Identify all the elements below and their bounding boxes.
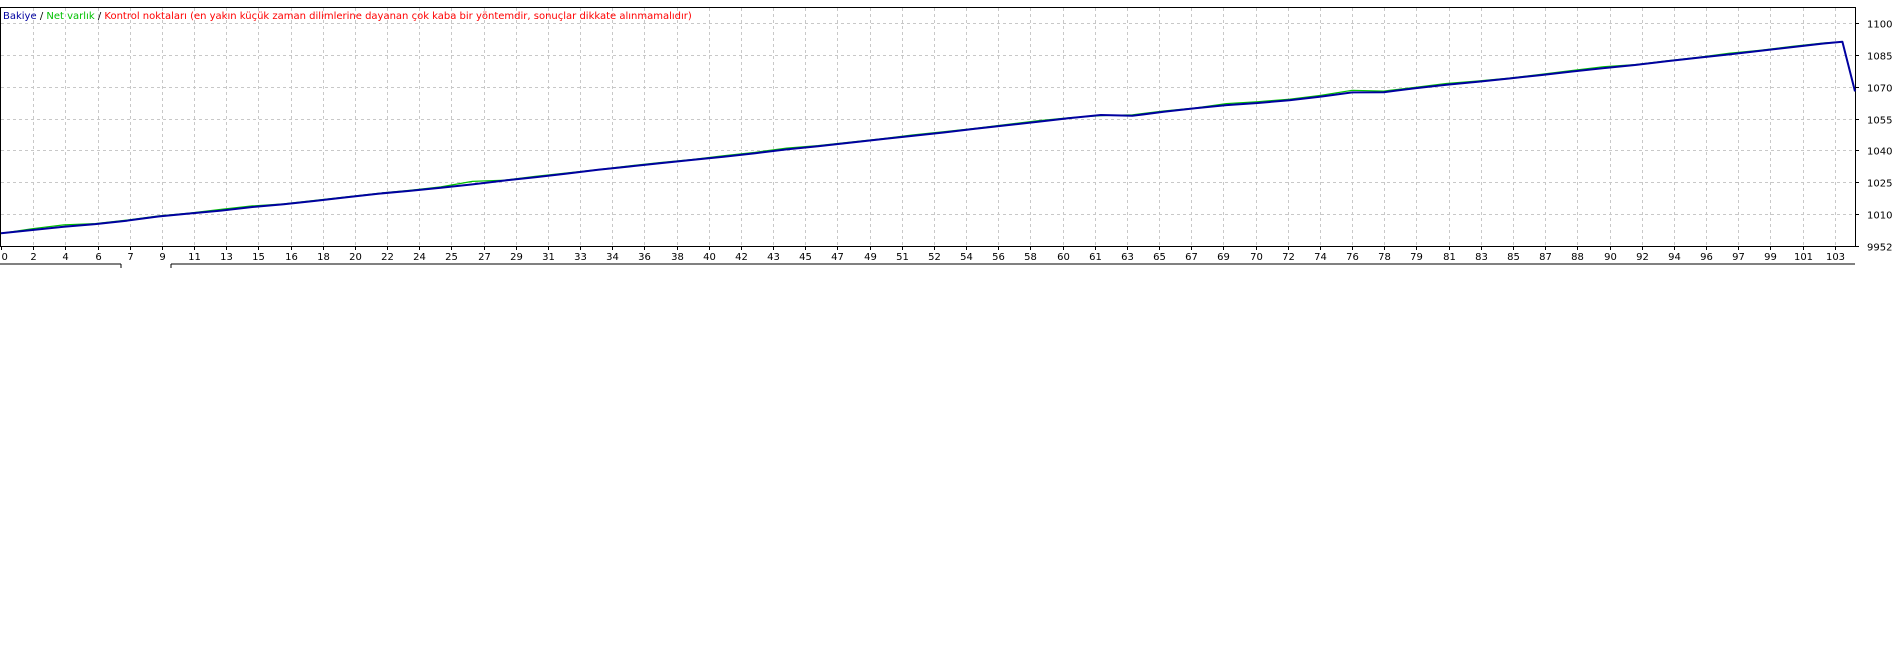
- legend-note: Kontrol noktaları (en yakın küçük zaman …: [104, 11, 692, 22]
- scrollbar[interactable]: [0, 263, 1855, 268]
- x-tick-label: 7: [127, 252, 133, 263]
- x-tick-label: 79: [1410, 252, 1423, 263]
- x-tick-label: 47: [831, 252, 844, 263]
- x-tick-label: 92: [1636, 252, 1649, 263]
- x-axis: 0 2 4 6 7 9 11 13 15 16 18 20 22 24 25 27 29 31 33 34 36 38 40…: [1, 246, 1845, 263]
- x-tick-label: 88: [1571, 252, 1584, 263]
- x-tick-label: 27: [478, 252, 491, 263]
- plot-frame: [0, 7, 1856, 247]
- y-axis: 9952 10103 10254 10405 10556 10707 10858 11009: [1855, 20, 1893, 254]
- x-tick-label: 22: [381, 252, 394, 263]
- x-tick-label: 11: [188, 252, 201, 263]
- legend-separator: /: [97, 11, 102, 22]
- x-tick-label: 2: [30, 252, 36, 263]
- x-tick-label: 87: [1539, 252, 1552, 263]
- y-tick-label: 10858: [1867, 52, 1893, 63]
- x-tick-label: 63: [1121, 252, 1134, 263]
- x-tick-label: 83: [1475, 252, 1488, 263]
- x-tick-label: 99: [1764, 252, 1777, 263]
- series-layer: [0, 40, 1856, 235]
- x-tick-label: 96: [1700, 252, 1713, 263]
- grid: [1, 8, 1855, 247]
- x-tick-label: 72: [1282, 252, 1295, 263]
- x-tick-label: 85: [1507, 252, 1520, 263]
- x-tick-label: 101: [1794, 252, 1813, 263]
- x-tick-label: 34: [606, 252, 619, 263]
- legend-balance: Bakiye: [3, 11, 37, 22]
- x-tick-label: 43: [767, 252, 780, 263]
- y-tick-label: 10556: [1867, 116, 1893, 127]
- x-tick-label: 67: [1185, 252, 1198, 263]
- x-tick-label: 103: [1826, 252, 1845, 263]
- x-tick-label: 38: [671, 252, 684, 263]
- x-tick-label: 69: [1217, 252, 1230, 263]
- x-tick-label: 56: [992, 252, 1005, 263]
- x-tick-label: 42: [735, 252, 748, 263]
- legend-separator: /: [39, 11, 44, 22]
- y-tick-label: 11009: [1867, 20, 1893, 31]
- x-tick-label: 70: [1250, 252, 1263, 263]
- x-tick-label: 74: [1314, 252, 1327, 263]
- y-tick-label: 10405: [1867, 147, 1893, 158]
- x-tick-label: 13: [220, 252, 233, 263]
- x-tick-label: 9: [159, 252, 165, 263]
- y-tick-label: 10707: [1867, 84, 1893, 95]
- x-tick-label: 29: [510, 252, 523, 263]
- x-tick-label: 25: [445, 252, 458, 263]
- x-tick-label: 31: [542, 252, 555, 263]
- x-tick-label: 61: [1089, 252, 1102, 263]
- x-tick-label: 65: [1153, 252, 1166, 263]
- x-tick-label: 81: [1443, 252, 1456, 263]
- x-tick-label: 36: [638, 252, 651, 263]
- x-tick-label: 40: [703, 252, 716, 263]
- x-tick-label: 24: [413, 252, 426, 263]
- x-tick-label: 58: [1024, 252, 1037, 263]
- x-tick-label: 18: [317, 252, 330, 263]
- x-tick-label: 52: [928, 252, 941, 263]
- chart-legend: Bakiye / Net varlık / Kontrol noktaları …: [3, 11, 692, 23]
- x-tick-label: 97: [1732, 252, 1745, 263]
- x-tick-label: 54: [960, 252, 973, 263]
- balance-line: [0, 40, 1856, 235]
- legend-equity: Net varlık: [46, 11, 95, 22]
- x-tick-label: 15: [252, 252, 265, 263]
- x-tick-label: 76: [1346, 252, 1359, 263]
- x-tick-label: 51: [896, 252, 909, 263]
- x-tick-label: 33: [574, 252, 587, 263]
- x-tick-label: 90: [1604, 252, 1617, 263]
- y-tick-label: 10103: [1867, 211, 1893, 222]
- x-tick-label: 78: [1378, 252, 1391, 263]
- y-tick-label: 9952: [1867, 243, 1892, 254]
- chart-canvas: 995210103102541040510556107071085811009 …: [0, 7, 1893, 268]
- equity-chart: 995210103102541040510556107071085811009 …: [0, 0, 1893, 280]
- x-tick-label: 94: [1668, 252, 1681, 263]
- x-tick-label: 4: [62, 252, 68, 263]
- x-tick-label: 45: [799, 252, 812, 263]
- x-tick-label: 20: [349, 252, 362, 263]
- x-tick-label: 6: [95, 252, 101, 263]
- x-tick-label: 60: [1057, 252, 1070, 263]
- x-tick-label: 0: [2, 252, 8, 263]
- x-tick-label: 49: [864, 252, 877, 263]
- y-tick-label: 10254: [1867, 179, 1893, 190]
- x-tick-label: 16: [285, 252, 298, 263]
